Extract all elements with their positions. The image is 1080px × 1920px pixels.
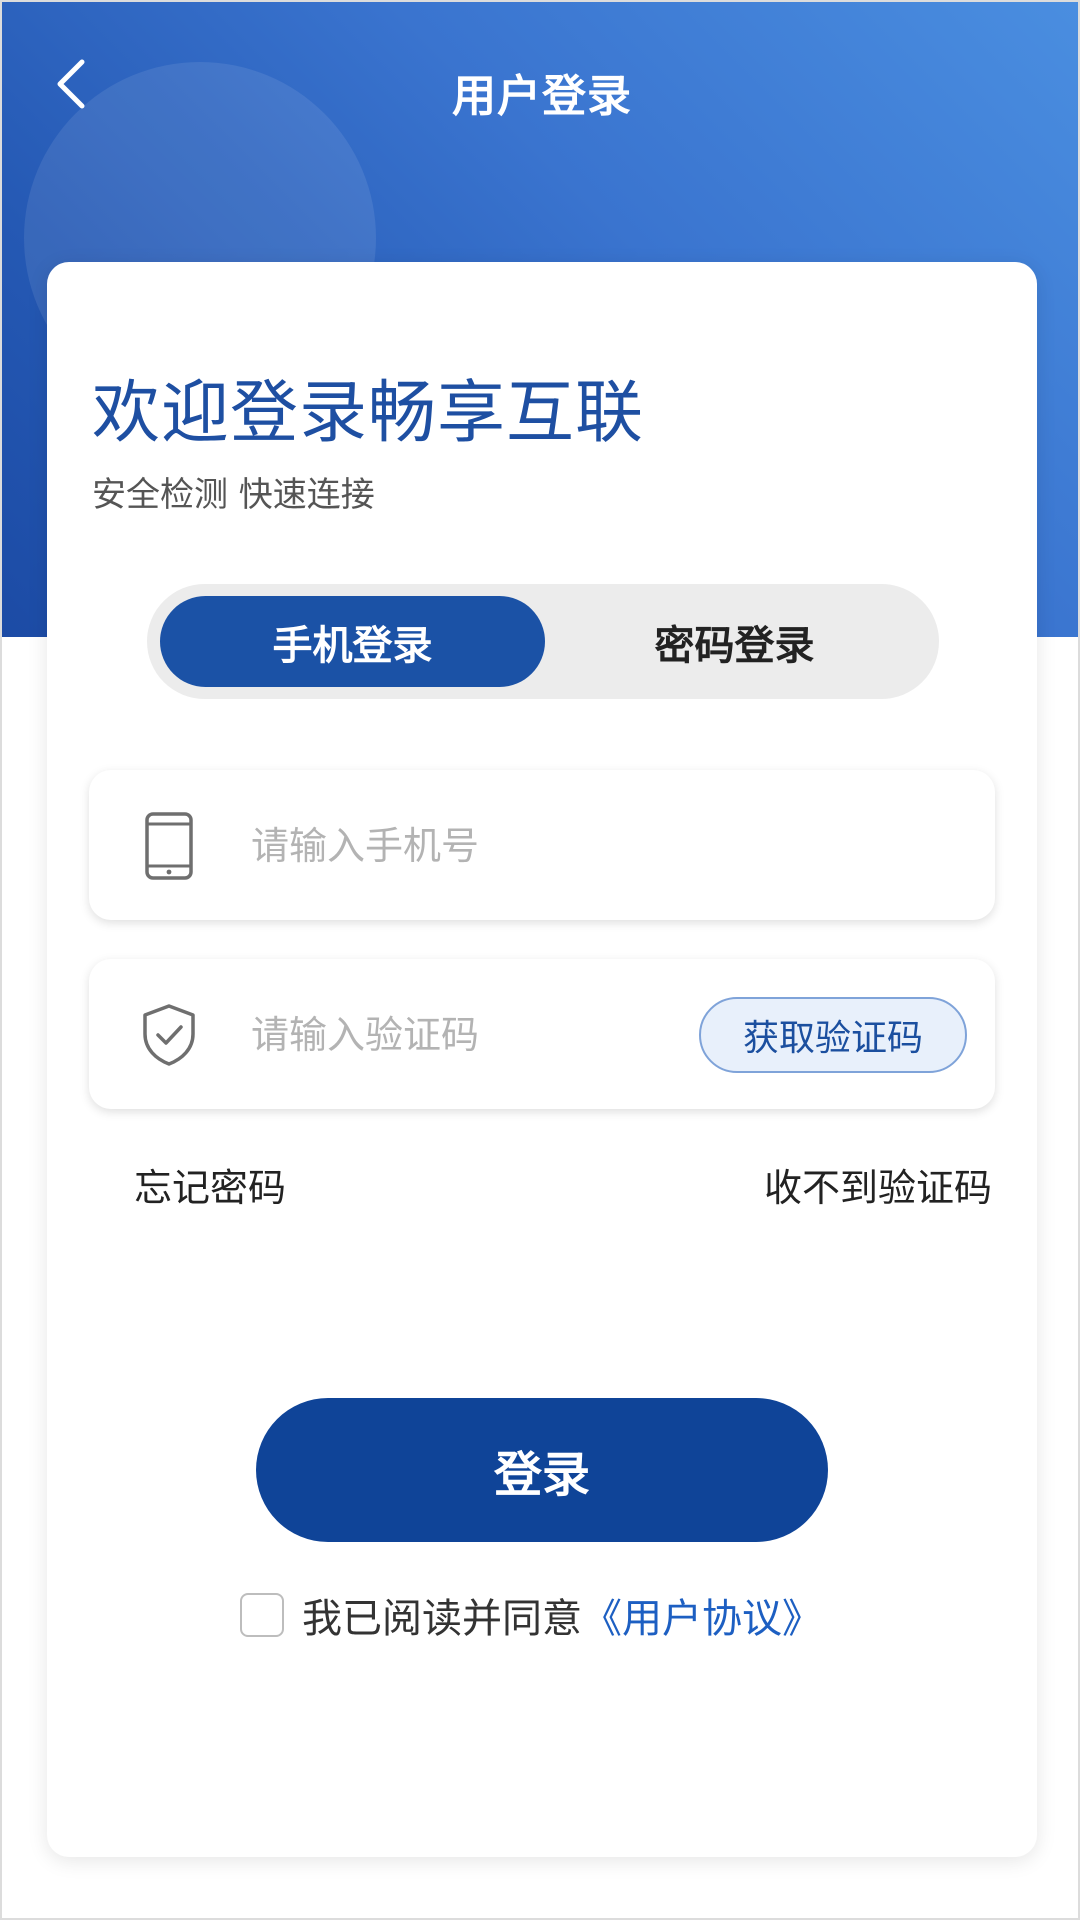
code-field: 获取验证码	[89, 959, 995, 1109]
nav-bar: 用户登录	[2, 42, 1078, 132]
get-code-button[interactable]: 获取验证码	[699, 997, 967, 1073]
shield-check-icon	[133, 999, 205, 1071]
tab-phone-login[interactable]: 手机登录	[160, 596, 545, 687]
forgot-password-link[interactable]: 忘记密码	[134, 1157, 286, 1212]
app-screen: 用户登录 欢迎登录畅享互联 安全检测 快速连接 手机登录 密码登录 请输入手机号…	[0, 0, 1080, 1920]
page-title: 用户登录	[452, 71, 632, 122]
agreement-row: 我已阅读并同意 《用户协议》	[240, 1587, 822, 1642]
phone-input[interactable]	[249, 815, 813, 877]
no-code-link[interactable]: 收不到验证码	[764, 1157, 992, 1212]
agreement-checkbox[interactable]	[240, 1592, 284, 1637]
verification-code-input[interactable]	[249, 1004, 673, 1066]
login-mode-tabs: 手机登录 密码登录	[147, 584, 939, 699]
user-agreement-link[interactable]: 《用户协议》	[582, 1586, 822, 1644]
agreement-text: 我已阅读并同意	[302, 1595, 582, 1642]
phone-field	[89, 770, 995, 920]
login-card: 欢迎登录畅享互联 安全检测 快速连接 手机登录 密码登录 请输入手机号 请输入验…	[47, 262, 1037, 1857]
tab-password-login[interactable]: 密码登录	[542, 596, 927, 687]
welcome-subtitle: 安全检测 快速连接	[92, 475, 375, 515]
welcome-title: 欢迎登录畅享互联	[92, 374, 645, 453]
phone-icon	[133, 810, 205, 882]
login-button[interactable]: 登录	[256, 1398, 828, 1542]
